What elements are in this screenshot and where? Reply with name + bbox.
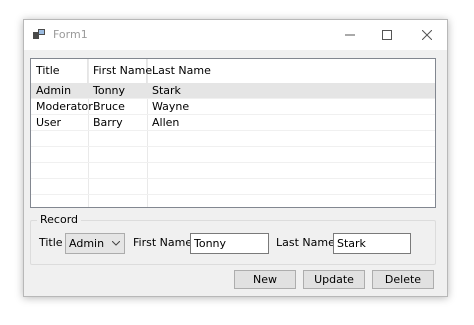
maximize-button[interactable] bbox=[365, 20, 409, 50]
app-icon bbox=[33, 29, 45, 39]
cell-first-name: Bruce bbox=[93, 100, 125, 113]
cell-last-name: Wayne bbox=[152, 100, 190, 113]
records-listview[interactable]: Title First Name Last Name Admin Tonny S… bbox=[30, 58, 436, 208]
column-header-first-name[interactable]: First Name bbox=[88, 59, 152, 83]
title-dropdown[interactable]: Admin bbox=[65, 233, 125, 254]
record-groupbox: Record Title Admin First Name Tonny Last… bbox=[30, 213, 436, 265]
table-row[interactable]: Admin Tonny Stark bbox=[31, 83, 435, 99]
empty-row bbox=[31, 179, 435, 195]
close-button[interactable] bbox=[405, 20, 449, 50]
first-name-field[interactable]: Tonny bbox=[190, 233, 269, 254]
maximize-icon bbox=[382, 30, 392, 40]
empty-row bbox=[31, 131, 435, 147]
first-name-label: First Name bbox=[133, 236, 193, 249]
cell-title: Moderator bbox=[36, 100, 93, 113]
window-title: Form1 bbox=[53, 28, 88, 41]
cell-first-name: Tonny bbox=[93, 84, 126, 97]
update-button[interactable]: Update bbox=[303, 270, 365, 289]
column-header-last-name[interactable]: Last Name bbox=[147, 59, 435, 83]
cell-title: Admin bbox=[36, 84, 72, 97]
column-header-title[interactable]: Title bbox=[31, 59, 88, 83]
form1-window: Form1 Title First Name Last Name Admin T… bbox=[23, 19, 448, 297]
empty-row bbox=[31, 147, 435, 163]
title-dropdown-value: Admin bbox=[69, 237, 105, 250]
record-legend: Record bbox=[37, 213, 82, 226]
last-name-label: Last Name bbox=[276, 236, 335, 249]
empty-row bbox=[31, 163, 435, 179]
title-bar[interactable]: Form1 bbox=[24, 20, 447, 50]
table-row[interactable]: Moderator Bruce Wayne bbox=[31, 99, 435, 115]
cell-first-name: Barry bbox=[93, 116, 123, 129]
chevron-down-icon bbox=[112, 241, 120, 246]
title-label: Title bbox=[39, 236, 63, 249]
grid-header: Title First Name Last Name bbox=[31, 59, 435, 83]
close-icon bbox=[422, 30, 432, 40]
last-name-field[interactable]: Stark bbox=[333, 233, 411, 254]
cell-last-name: Stark bbox=[152, 84, 181, 97]
new-button[interactable]: New bbox=[234, 270, 296, 289]
cell-last-name: Allen bbox=[152, 116, 180, 129]
table-row[interactable]: User Barry Allen bbox=[31, 115, 435, 131]
cell-title: User bbox=[36, 116, 62, 129]
minimize-icon bbox=[345, 34, 355, 36]
delete-button[interactable]: Delete bbox=[372, 270, 434, 289]
